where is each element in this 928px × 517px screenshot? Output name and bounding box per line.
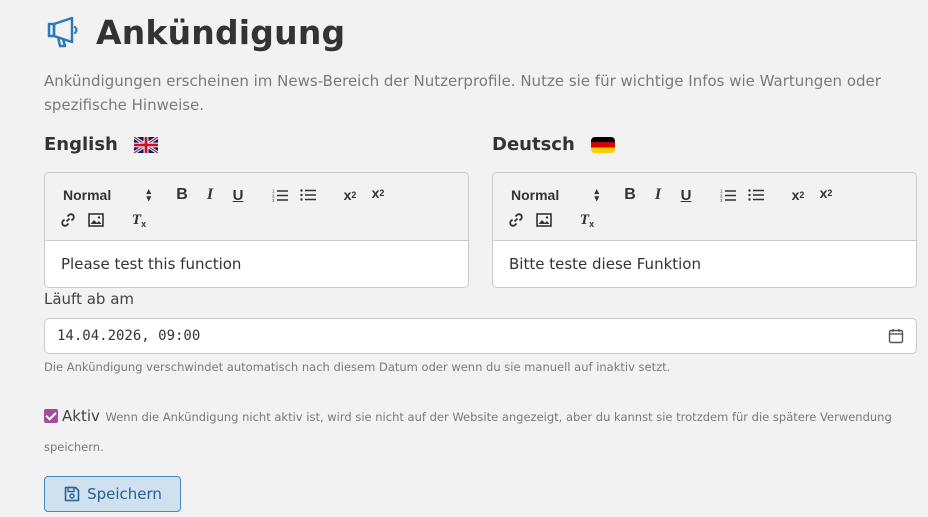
active-checkbox[interactable]: [44, 409, 58, 423]
format-select[interactable]: Normal ▴ ▾: [63, 186, 151, 204]
link-icon[interactable]: [507, 211, 525, 229]
active-checkbox-row: Aktiv Wenn die Ankündigung nicht aktiv i…: [44, 401, 904, 462]
superscript-button[interactable]: x2: [817, 183, 835, 203]
subscript-label: x: [791, 187, 800, 203]
expiry-label: Läuft ab am: [44, 290, 135, 308]
active-help-text: Wenn die Ankündigung nicht aktiv ist, wi…: [44, 410, 892, 454]
bold-button[interactable]: B: [621, 185, 639, 205]
link-icon[interactable]: [59, 211, 77, 229]
subscript-mark: 2: [799, 190, 805, 200]
subscript-label: x: [343, 187, 352, 203]
select-arrows-icon: ▴ ▾: [594, 186, 599, 203]
select-arrows-icon: ▴ ▾: [146, 186, 151, 203]
expiry-help-text: Die Ankündigung verschwindet automatisch…: [44, 360, 671, 374]
editor-content[interactable]: Bitte teste diese Funktion: [509, 255, 701, 273]
underline-button[interactable]: U: [229, 185, 247, 205]
clear-formatting-mark: x: [589, 219, 595, 229]
ordered-list-icon[interactable]: 123: [719, 186, 737, 204]
subscript-button[interactable]: x2: [341, 185, 359, 205]
ordered-list-icon[interactable]: 123: [271, 186, 289, 204]
expiry-datetime-input[interactable]: 14.04.2026, 09:00: [44, 318, 917, 354]
save-button[interactable]: Speichern: [44, 476, 181, 512]
svg-text:3: 3: [720, 198, 723, 202]
format-select-label: Normal: [63, 187, 112, 203]
editor-toolbar: Normal ▴ ▾ B I U 123 x2 x2 Tx: [493, 173, 916, 241]
calendar-icon[interactable]: [888, 328, 904, 344]
language-label: English: [44, 134, 118, 155]
uk-flag-icon: [133, 136, 158, 153]
italic-button[interactable]: I: [649, 185, 667, 205]
superscript-label: x: [371, 185, 380, 201]
format-select[interactable]: Normal ▴ ▾: [511, 186, 599, 204]
editor-content[interactable]: Please test this function: [61, 255, 241, 273]
format-select-label: Normal: [511, 187, 560, 203]
bold-button[interactable]: B: [173, 185, 191, 205]
subscript-mark: 2: [351, 190, 357, 200]
clear-formatting-mark: x: [141, 219, 147, 229]
floppy-disk-icon: [64, 486, 80, 502]
page-description: Ankündigungen erscheinen im News-Bereich…: [44, 72, 881, 114]
clear-formatting-label: T: [579, 211, 590, 228]
language-heading-english: English: [44, 134, 158, 155]
page-title: Ankündigung: [96, 12, 346, 52]
language-heading-deutsch: Deutsch: [492, 134, 615, 155]
underline-button[interactable]: U: [677, 185, 695, 205]
save-button-label: Speichern: [87, 485, 162, 503]
subscript-button[interactable]: x2: [789, 185, 807, 205]
svg-text:3: 3: [272, 198, 275, 202]
page-header: Ankündigung: [46, 12, 345, 52]
superscript-button[interactable]: x2: [369, 183, 387, 203]
editor-toolbar: Normal ▴ ▾ B I U 123 x2 x2 Tx: [45, 173, 468, 241]
italic-button[interactable]: I: [201, 185, 219, 205]
germany-flag-icon: [590, 136, 615, 153]
image-icon[interactable]: [535, 211, 553, 229]
megaphone-icon: [46, 14, 82, 50]
superscript-label: x: [819, 185, 828, 201]
expiry-datetime-value: 14.04.2026, 09:00: [57, 328, 201, 344]
image-icon[interactable]: [87, 211, 105, 229]
bullet-list-icon[interactable]: [299, 186, 317, 204]
rich-text-editor-deutsch[interactable]: Normal ▴ ▾ B I U 123 x2 x2 Tx Bitte teste…: [492, 172, 917, 288]
clear-formatting-label: T: [131, 211, 142, 228]
clear-formatting-button[interactable]: Tx: [129, 210, 149, 230]
superscript-mark: 2: [379, 188, 385, 198]
rich-text-editor-english[interactable]: Normal ▴ ▾ B I U 123 x2 x2 Tx Please test…: [44, 172, 469, 288]
bullet-list-icon[interactable]: [747, 186, 765, 204]
superscript-mark: 2: [827, 188, 833, 198]
active-label[interactable]: Aktiv: [62, 407, 100, 425]
clear-formatting-button[interactable]: Tx: [577, 210, 597, 230]
language-label: Deutsch: [492, 134, 575, 155]
